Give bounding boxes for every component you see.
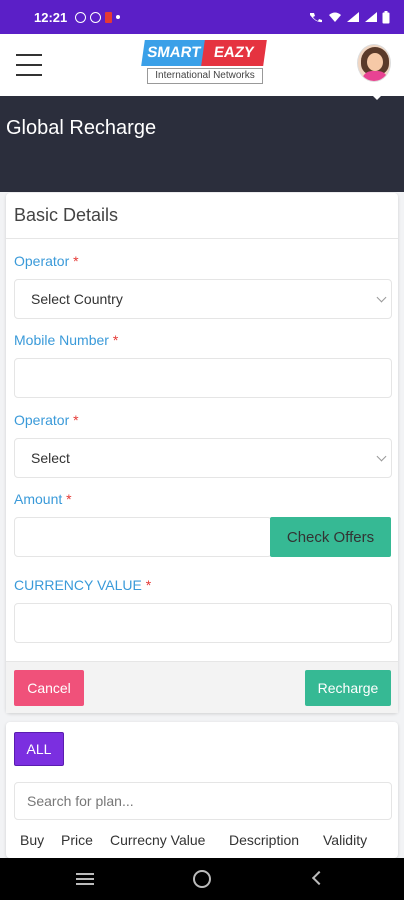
section-title: Basic Details (6, 193, 398, 239)
back-icon[interactable] (311, 870, 327, 886)
plans-card: ALL Buy Price Currecny Value Description… (6, 722, 398, 858)
menu-icon[interactable] (16, 54, 42, 76)
form-footer: Cancel Recharge (6, 661, 398, 713)
operator-country-label: Operator * (14, 253, 79, 269)
amount-label: Amount * (14, 491, 72, 507)
basic-details-card: Basic Details Operator * Select Country … (6, 193, 398, 713)
dropdown-pointer (371, 94, 383, 100)
home-icon[interactable] (193, 870, 211, 888)
currency-value-input[interactable] (14, 603, 392, 643)
avatar[interactable] (357, 44, 391, 82)
wifi-icon (329, 12, 341, 22)
whatsapp-icon (75, 11, 87, 23)
column-currency-value: Currecny Value (110, 832, 206, 848)
chevron-down-icon (376, 451, 387, 462)
check-offers-button[interactable]: Check Offers (270, 517, 391, 557)
signal-icon (347, 12, 359, 22)
page-title: Global Recharge (6, 117, 157, 139)
column-price: Price (61, 832, 93, 848)
system-nav-bar (0, 858, 404, 900)
signal-icon-2 (365, 12, 377, 22)
all-plans-button[interactable]: ALL (14, 732, 64, 766)
call-icon (310, 13, 322, 23)
sync-icon (90, 11, 102, 23)
status-bar: 12:21 (0, 0, 404, 34)
column-buy: Buy (20, 832, 45, 848)
status-time: 12:21 (34, 9, 68, 25)
battery-icon (382, 10, 390, 23)
notification-icon (105, 11, 113, 23)
page-banner: Global Recharge (0, 94, 404, 192)
cancel-button[interactable]: Cancel (14, 670, 84, 706)
amount-input[interactable] (14, 517, 272, 557)
column-validity: Validity (323, 832, 368, 848)
operator-select[interactable]: Select (14, 438, 392, 478)
smarteazy-logo: SMART EAZY International Networks (141, 40, 267, 86)
plan-search-input[interactable] (14, 782, 392, 820)
mobile-number-label: Mobile Number * (14, 332, 119, 348)
recharge-button[interactable]: Recharge (305, 670, 391, 706)
plans-table-header: Buy Price Currecny Value Description Val… (6, 830, 398, 854)
recents-icon[interactable] (76, 873, 94, 885)
chevron-down-icon (376, 292, 387, 303)
column-description: Description (229, 832, 300, 848)
app-header: SMART EAZY International Networks (0, 34, 404, 96)
country-select[interactable]: Select Country (14, 279, 392, 319)
mobile-number-input[interactable] (14, 358, 392, 398)
operator-label: Operator * (14, 412, 79, 428)
currency-value-label: CURRENCY VALUE * (14, 577, 152, 593)
more-notifications-icon (116, 15, 121, 19)
